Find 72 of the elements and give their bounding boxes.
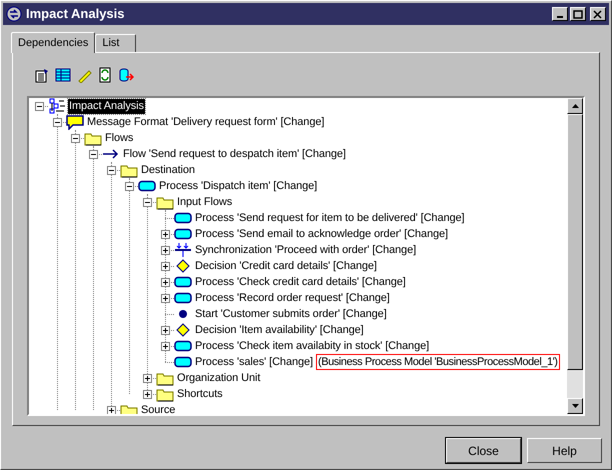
synchronization-icon	[174, 243, 192, 257]
arrow-icon	[102, 148, 120, 160]
model-annotation: (Business Process Model 'BusinessProcessModel_1')	[316, 354, 560, 370]
tree-item[interactable]: Destination	[140, 162, 196, 178]
tree-item[interactable]: Decision 'Item availability' [Change]	[194, 322, 365, 338]
collapse-toggle[interactable]	[142, 198, 152, 206]
process-icon	[174, 356, 192, 368]
tree-item[interactable]: Organization Unit	[176, 370, 262, 386]
tree-item[interactable]: Process 'Record order request' [Change]	[194, 290, 391, 306]
collapse-toggle[interactable]	[70, 134, 80, 142]
tab[interactable]: Dependencies	[11, 32, 96, 53]
tree-item[interactable]: Process 'Dispatch item' [Change]	[158, 178, 318, 194]
expand-toggle[interactable]	[160, 294, 170, 302]
tree-item[interactable]: Flows	[104, 130, 134, 146]
tab[interactable]: List	[95, 34, 136, 52]
folder-icon	[156, 386, 174, 402]
close-icon	[593, 10, 603, 18]
dialog-button[interactable]: Help	[527, 438, 602, 463]
process-icon	[174, 292, 192, 304]
process-icon	[174, 276, 192, 288]
tree-item[interactable]: Source	[140, 402, 176, 414]
dialog-button[interactable]: Close	[446, 438, 521, 463]
scroll-up-icon[interactable]	[572, 104, 578, 108]
diamond-icon	[174, 323, 192, 337]
tree-item[interactable]: Process 'Send email to acknowledge order' [Change]	[194, 226, 449, 242]
tree-item[interactable]: Process 'Check credit card details' [Change]	[194, 274, 407, 290]
collapse-toggle[interactable]	[52, 118, 62, 126]
expand-toggle[interactable]	[160, 326, 170, 334]
expand-toggle[interactable]	[142, 390, 152, 398]
tree-item[interactable]: Impact Analysis	[68, 98, 145, 114]
expand-toggle[interactable]	[160, 342, 170, 350]
message-icon	[66, 114, 84, 130]
tree-item[interactable]: Process 'sales' [Change]	[194, 354, 314, 370]
tree-item[interactable]: Process 'Check item availabity in stock' [Change]	[194, 338, 430, 354]
expand-toggle[interactable]	[160, 278, 170, 286]
folder-icon	[156, 194, 174, 210]
maximize-icon	[573, 10, 583, 18]
expand-toggle[interactable]	[160, 262, 170, 270]
expand-toggle[interactable]	[160, 230, 170, 238]
window-title: Impact Analysis	[26, 5, 125, 24]
process-icon	[174, 340, 192, 352]
process-icon	[174, 212, 192, 224]
tree-item[interactable]: Shortcuts	[176, 386, 224, 402]
diamond-icon	[174, 259, 192, 273]
collapse-toggle[interactable]	[88, 150, 98, 158]
expand-toggle[interactable]	[142, 374, 152, 382]
tree-item[interactable]: Message Format 'Delivery request form' [Change]	[86, 114, 326, 130]
process-icon	[174, 228, 192, 240]
scroll-down-icon[interactable]	[572, 404, 578, 408]
folder-icon	[120, 162, 138, 178]
folder-icon	[156, 370, 174, 386]
collapse-toggle[interactable]	[106, 166, 116, 174]
folder-icon	[84, 130, 102, 146]
scrollbar[interactable]	[567, 98, 583, 414]
app-icon	[6, 6, 22, 22]
tree-item[interactable]: Synchronization 'Proceed with order' [Change]	[194, 242, 418, 258]
process-icon	[138, 180, 156, 192]
tree-item[interactable]: Start 'Customer submits order' [Change]	[194, 306, 388, 322]
tree-item[interactable]: Process 'Send request for item to be delivered' [Change]	[194, 210, 466, 226]
tree-item[interactable]: Decision 'Credit card details' [Change]	[194, 258, 378, 274]
minimize-button[interactable]	[552, 7, 568, 21]
expand-toggle[interactable]	[160, 246, 170, 254]
collapse-toggle[interactable]	[124, 182, 134, 190]
folder-icon	[120, 402, 138, 414]
hierarchy-icon	[49, 98, 65, 114]
collapse-toggle[interactable]	[34, 102, 44, 110]
tree-item[interactable]: Input Flows	[176, 194, 234, 210]
expand-toggle[interactable]	[106, 406, 116, 414]
tree-item[interactable]: Flow 'Send request to despatch item' [Change]	[122, 146, 347, 162]
maximize-button[interactable]	[570, 7, 586, 21]
close-button[interactable]	[590, 7, 606, 21]
minimize-icon	[557, 16, 563, 18]
